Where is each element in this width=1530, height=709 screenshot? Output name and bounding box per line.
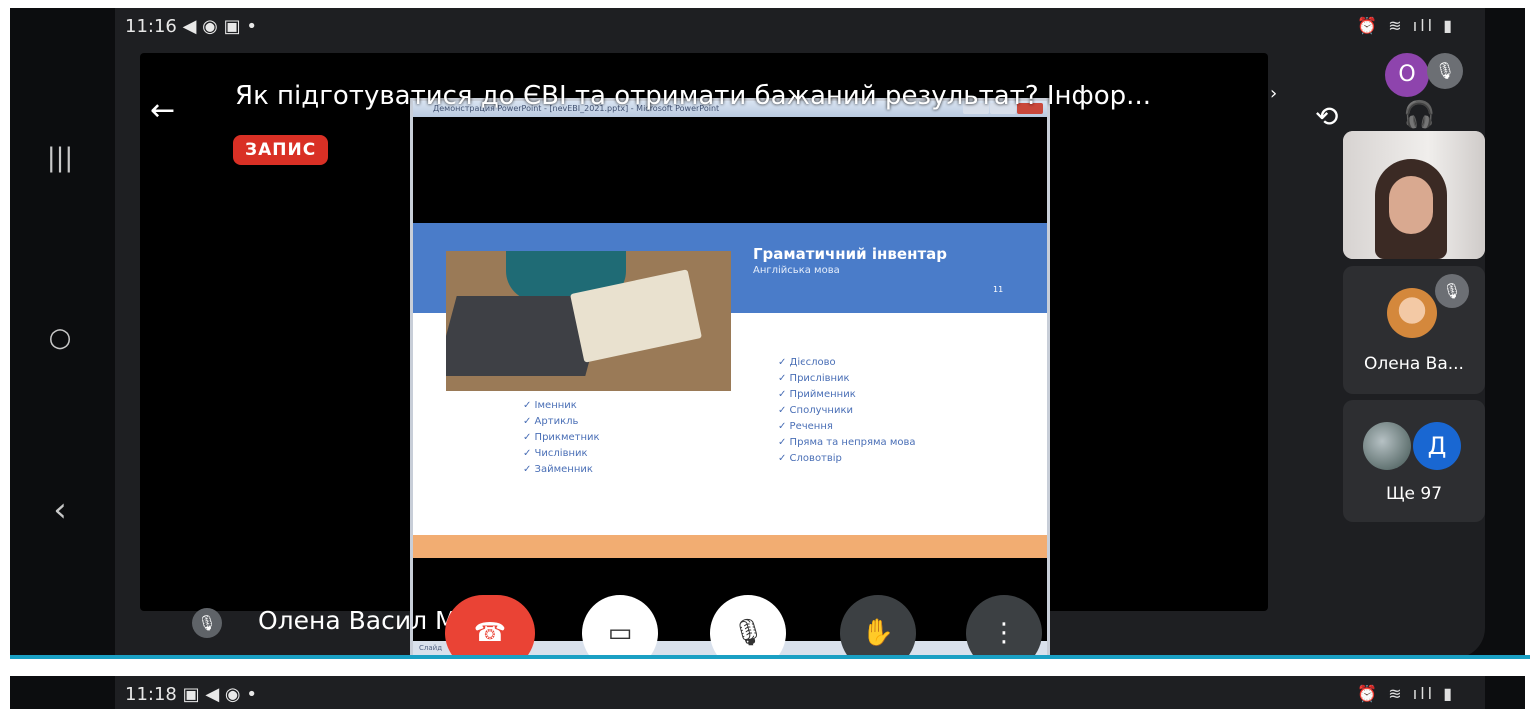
slide-laptop-book-photo [446,251,731,391]
self-mic-off-icon: 🎙 [1427,53,1463,89]
avatar-initial: Д [1413,422,1461,470]
screenshot-divider [10,655,1530,659]
status-notification-icons: ▣ ◀ ◉ • [182,684,257,705]
self-participant-tile[interactable]: О 🎙 [1345,53,1485,123]
hang-up-button[interactable]: ☎ [445,595,535,658]
slide-list-item: ✓ Артикль [523,416,579,427]
slide-footer-band [413,535,1047,558]
status-time: 11:18 [125,684,177,705]
status-bar: 11:16 ◀ ◉ ▣ • [125,16,257,37]
status-time: 11:16 [125,16,177,37]
recents-nav-icon[interactable]: ||| [40,138,80,178]
back-arrow-icon[interactable]: ← [150,93,175,128]
speaker-mic-off-icon: 🎙 [192,608,222,638]
self-avatar: О [1385,53,1429,97]
participant-video-tile[interactable] [1343,131,1485,259]
back-nav-icon[interactable]: ‹ [40,490,80,530]
presentation-slide: Граматичний інвентар Англійська мова 11 … [413,223,1047,558]
phone-screen: 11:18 ▣ ◀ ◉ • ⏰ ≋ ıll ▮ [115,676,1485,709]
more-vert-icon: ⋮ [991,618,1017,648]
slide-list-item: ✓ Іменник [523,400,577,411]
status-notification-icons: ◀ ◉ ▣ • [182,16,257,37]
mic-off-icon: 🎙 [731,618,765,648]
avatar [1387,288,1437,338]
slide-title: Граматичний інвентар [753,245,947,263]
main-presentation-stage: ← Як підготуватися до ЄВІ та отримати ба… [140,53,1277,658]
meeting-title[interactable]: Як підготуватися до ЄВІ та отримати бажа… [235,81,1295,111]
participant-tile-olena[interactable]: 🎙 Олена Ва... [1343,266,1485,394]
slide-list-item: ✓ Речення [778,421,833,432]
slide-list-item: ✓ Прийменник [778,389,856,400]
more-participants-tile[interactable]: Д Ще 97 [1343,400,1485,522]
slide-list-item: ✓ Дієслово [778,357,836,368]
recording-badge: ЗАПИС [233,135,329,165]
home-nav-icon[interactable]: ○ [40,318,80,358]
slide-list-item: ✓ Прикметник [523,432,600,443]
more-participants-count: Ще 97 [1385,484,1443,504]
title-expand-icon[interactable]: › [1270,83,1277,104]
phone-screen: 11:16 ◀ ◉ ▣ • ⏰ ≋ ıll ▮ ← Як підготувати… [115,8,1485,658]
shared-powerpoint-window: Демонстрация PowerPoint - [nevEBI_2021.p… [410,98,1050,658]
status-bar: 11:18 ▣ ◀ ◉ • [125,684,257,705]
switch-camera-icon[interactable]: ⟲ [1315,100,1338,133]
slide-list-right: ✓ Дієслово ✓ Прислівник ✓ Прийменник ✓ С… [778,355,916,467]
hand-icon: ✋ [861,618,895,648]
status-system-icons: ⏰ ≋ ıll ▮ [1357,684,1455,703]
avatar [1363,422,1411,470]
meet-call-screenshot-1: ||| ○ ‹ 11:16 ◀ ◉ ▣ • ⏰ ≋ ıll ▮ ← Як під… [10,8,1525,658]
camera-off-icon: ▭ [607,618,633,648]
participant-mic-off-icon: 🎙 [1435,274,1469,308]
hangup-icon: ☎ [473,618,507,648]
status-system-icons: ⏰ ≋ ıll ▮ [1357,16,1455,35]
slide-list-item: ✓ Пряма та непряма мова [778,437,916,448]
slide-list-item: ✓ Прислівник [778,373,850,384]
slide-list-item: ✓ Сполучники [778,405,853,416]
slide-list-left: ✓ Іменник ✓ Артикль ✓ Прикметник ✓ Числі… [523,398,600,478]
android-nav-rail: ||| ○ ‹ [10,8,115,658]
slide-list-item: ✓ Займенник [523,464,593,475]
slide-list-item: ✓ Словотвір [778,453,842,464]
slide-list-item: ✓ Числівник [523,448,588,459]
slide-number: 11 [993,285,1004,294]
participant-name: Олена Ва... [1364,354,1464,374]
slide-subtitle: Англійська мова [753,265,840,276]
meet-call-screenshot-2: 11:18 ▣ ◀ ◉ • ⏰ ≋ ıll ▮ [10,676,1525,709]
